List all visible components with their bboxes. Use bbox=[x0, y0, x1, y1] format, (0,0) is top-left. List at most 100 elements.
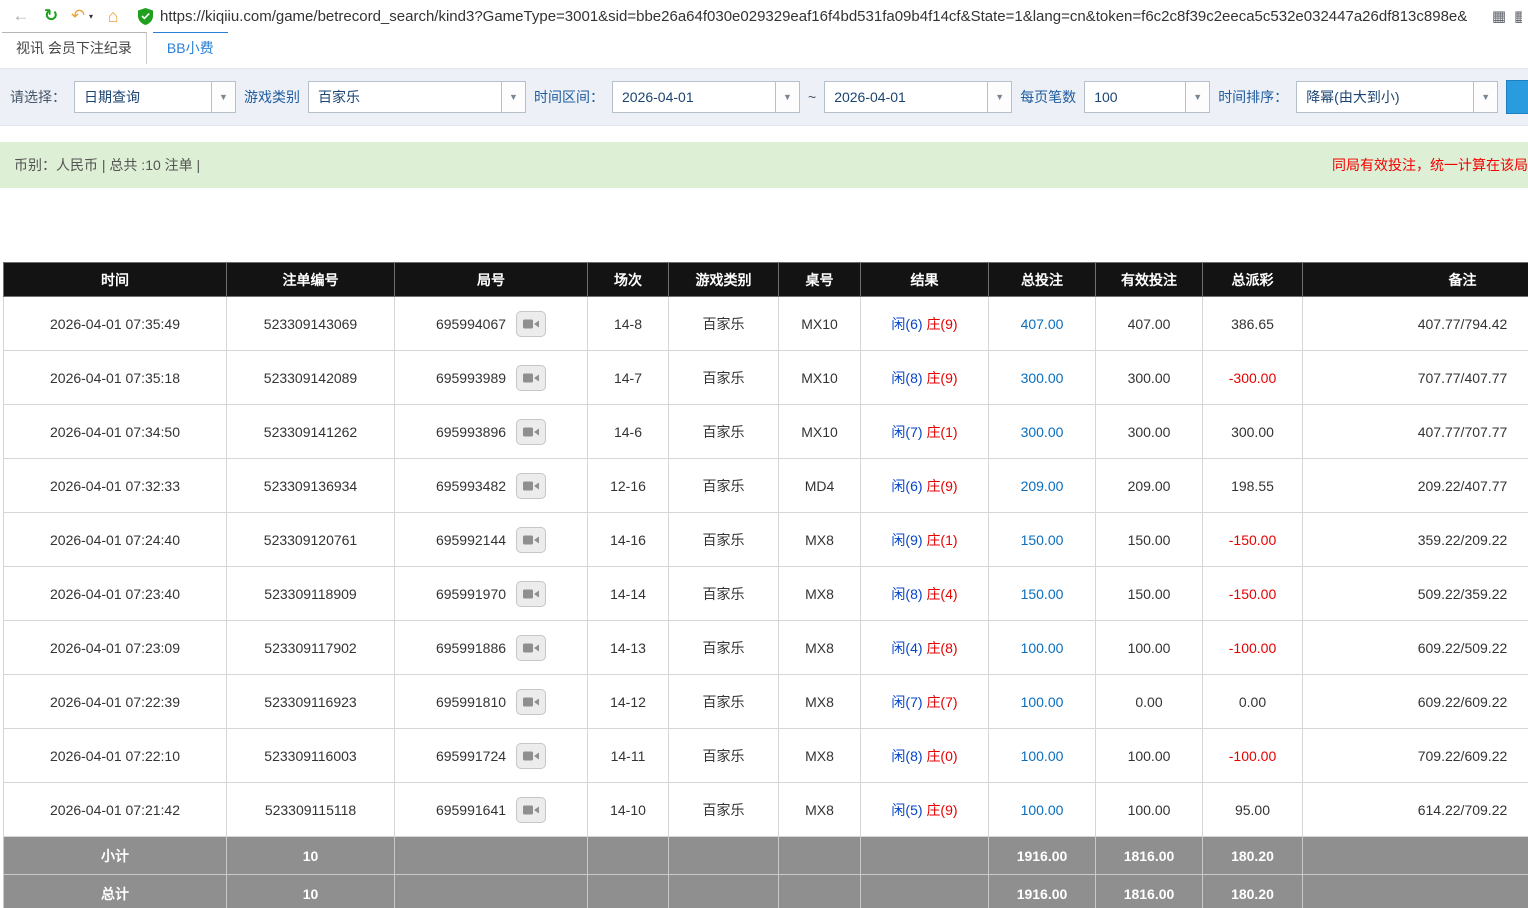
date-to-value: 2026-04-01 bbox=[825, 82, 987, 112]
video-camera-icon bbox=[523, 372, 539, 384]
total-cell bbox=[588, 875, 669, 908]
cell-payout: 95.00 bbox=[1203, 783, 1303, 837]
video-replay-button[interactable] bbox=[516, 527, 546, 553]
cell-bet-number: 523309118909 bbox=[227, 567, 395, 621]
browser-toolbar: ← ↻ ↶ ▾ ⌂ https://kiqiiu.com/game/betrec… bbox=[0, 0, 1528, 32]
sort-order-label: 时间排序： bbox=[1218, 87, 1288, 107]
cell-round-number: 695991886 bbox=[395, 621, 588, 675]
video-replay-button[interactable] bbox=[516, 419, 546, 445]
cell-total-bet[interactable]: 407.00 bbox=[989, 297, 1096, 351]
cell-bet-number: 523309116923 bbox=[227, 675, 395, 729]
game-category-value: 百家乐 bbox=[309, 82, 501, 112]
undo-icon[interactable]: ↶ bbox=[68, 3, 88, 29]
video-replay-button[interactable] bbox=[516, 473, 546, 499]
cell-valid-bet: 100.00 bbox=[1096, 621, 1203, 675]
cell-time: 2026-04-01 07:22:39 bbox=[4, 675, 227, 729]
column-header: 总投注 bbox=[989, 263, 1096, 297]
per-page-select[interactable]: 100 ▼ bbox=[1084, 81, 1210, 113]
cell-remark: 407.77/707.77 bbox=[1303, 405, 1528, 459]
tab-bb-tips[interactable]: BB小费 bbox=[153, 32, 228, 64]
video-replay-button[interactable] bbox=[516, 635, 546, 661]
date-to-input[interactable]: 2026-04-01 ▼ bbox=[824, 81, 1012, 113]
cell-bet-number: 523309120761 bbox=[227, 513, 395, 567]
player-result: 闲(7) bbox=[891, 424, 922, 440]
query-type-select[interactable]: 日期查询 ▼ bbox=[74, 81, 236, 113]
cell-game-category: 百家乐 bbox=[669, 675, 779, 729]
video-replay-button[interactable] bbox=[516, 365, 546, 391]
player-result: 闲(9) bbox=[891, 532, 922, 548]
cell-total-bet[interactable]: 300.00 bbox=[989, 405, 1096, 459]
total-cell: 小计 bbox=[4, 837, 227, 875]
cell-valid-bet: 100.00 bbox=[1096, 783, 1203, 837]
refresh-icon[interactable]: ↻ bbox=[38, 3, 64, 29]
cell-bet-number: 523309136934 bbox=[227, 459, 395, 513]
cell-remark: 614.22/709.22 bbox=[1303, 783, 1528, 837]
game-category-select[interactable]: 百家乐 ▼ bbox=[308, 81, 526, 113]
sort-order-select[interactable]: 降幂(由大到小) ▼ bbox=[1296, 81, 1498, 113]
video-replay-button[interactable] bbox=[516, 743, 546, 769]
filter-bar: 请选择： 日期查询 ▼ 游戏类别 百家乐 ▼ 时间区间： 2026-04-01 … bbox=[0, 68, 1528, 126]
chevron-down-icon[interactable]: ▼ bbox=[1473, 82, 1497, 112]
cell-total-bet[interactable]: 150.00 bbox=[989, 567, 1096, 621]
video-camera-icon bbox=[523, 804, 539, 816]
back-icon[interactable]: ← bbox=[8, 3, 34, 29]
chevron-down-icon[interactable]: ▼ bbox=[987, 82, 1011, 112]
video-replay-button[interactable] bbox=[516, 311, 546, 337]
chevron-down-icon[interactable]: ▼ bbox=[211, 82, 235, 112]
address-bar[interactable]: https://kiqiiu.com/game/betrecord_search… bbox=[138, 8, 1484, 25]
cell-game-category: 百家乐 bbox=[669, 351, 779, 405]
cell-bet-number: 523309142089 bbox=[227, 351, 395, 405]
total-cell bbox=[779, 875, 861, 908]
banker-result: 庄(9) bbox=[926, 370, 957, 386]
video-replay-button[interactable] bbox=[516, 689, 546, 715]
tab-video-bet-records[interactable]: 视讯 会员下注纪录 bbox=[2, 32, 147, 64]
chevron-down-icon[interactable]: ▼ bbox=[501, 82, 525, 112]
cell-remark: 509.22/359.22 bbox=[1303, 567, 1528, 621]
banker-result: 庄(9) bbox=[926, 478, 957, 494]
cell-total-bet[interactable]: 100.00 bbox=[989, 729, 1096, 783]
chevron-down-icon[interactable]: ▼ bbox=[775, 82, 799, 112]
cell-time: 2026-04-01 07:34:50 bbox=[4, 405, 227, 459]
total-cell: 180.20 bbox=[1203, 837, 1303, 875]
cell-result: 闲(7) 庄(1) bbox=[861, 405, 989, 459]
bet-records-table: 时间注单编号局号场次游戏类别桌号结果总投注有效投注总派彩备注 2026-04-0… bbox=[3, 262, 1528, 908]
browser-extensions-area: ▦ ▦ bbox=[1484, 7, 1522, 25]
undo-dropdown-icon[interactable]: ▾ bbox=[86, 3, 96, 29]
cell-total-bet[interactable]: 209.00 bbox=[989, 459, 1096, 513]
cell-result: 闲(8) 庄(0) bbox=[861, 729, 989, 783]
round-number: 695991970 bbox=[436, 586, 506, 602]
cell-table-number: MX8 bbox=[779, 567, 861, 621]
cell-total-bet[interactable]: 300.00 bbox=[989, 351, 1096, 405]
cell-total-bet[interactable]: 100.00 bbox=[989, 675, 1096, 729]
cell-round-number: 695993896 bbox=[395, 405, 588, 459]
total-cell bbox=[669, 875, 779, 908]
video-replay-button[interactable] bbox=[516, 581, 546, 607]
round-number: 695991810 bbox=[436, 694, 506, 710]
home-icon[interactable]: ⌂ bbox=[100, 3, 126, 29]
apps-grid-icon[interactable]: ▦ bbox=[1514, 7, 1522, 25]
cell-game-category: 百家乐 bbox=[669, 459, 779, 513]
date-from-input[interactable]: 2026-04-01 ▼ bbox=[612, 81, 800, 113]
cell-payout: -100.00 bbox=[1203, 729, 1303, 783]
cell-time: 2026-04-01 07:21:42 bbox=[4, 783, 227, 837]
total-cell bbox=[669, 837, 779, 875]
time-range-label: 时间区间： bbox=[534, 87, 604, 107]
cell-total-bet[interactable]: 150.00 bbox=[989, 513, 1096, 567]
cell-valid-bet: 209.00 bbox=[1096, 459, 1203, 513]
table-header: 时间注单编号局号场次游戏类别桌号结果总投注有效投注总派彩备注 bbox=[4, 263, 1528, 297]
video-replay-button[interactable] bbox=[516, 797, 546, 823]
table-row: 2026-04-01 07:35:49523309143069695994067… bbox=[4, 297, 1528, 351]
cell-total-bet[interactable]: 100.00 bbox=[989, 783, 1096, 837]
cell-payout: -150.00 bbox=[1203, 513, 1303, 567]
cell-table-number: MX8 bbox=[779, 783, 861, 837]
cell-total-bet[interactable]: 100.00 bbox=[989, 621, 1096, 675]
total-cell bbox=[395, 837, 588, 875]
chevron-down-icon[interactable]: ▼ bbox=[1185, 82, 1209, 112]
player-result: 闲(5) bbox=[891, 802, 922, 818]
player-result: 闲(8) bbox=[891, 586, 922, 602]
banker-result: 庄(4) bbox=[926, 586, 957, 602]
table-row: 2026-04-01 07:35:18523309142089695993989… bbox=[4, 351, 1528, 405]
search-button[interactable] bbox=[1506, 80, 1528, 114]
apps-grid-icon[interactable]: ▦ bbox=[1492, 7, 1506, 25]
cell-valid-bet: 150.00 bbox=[1096, 513, 1203, 567]
